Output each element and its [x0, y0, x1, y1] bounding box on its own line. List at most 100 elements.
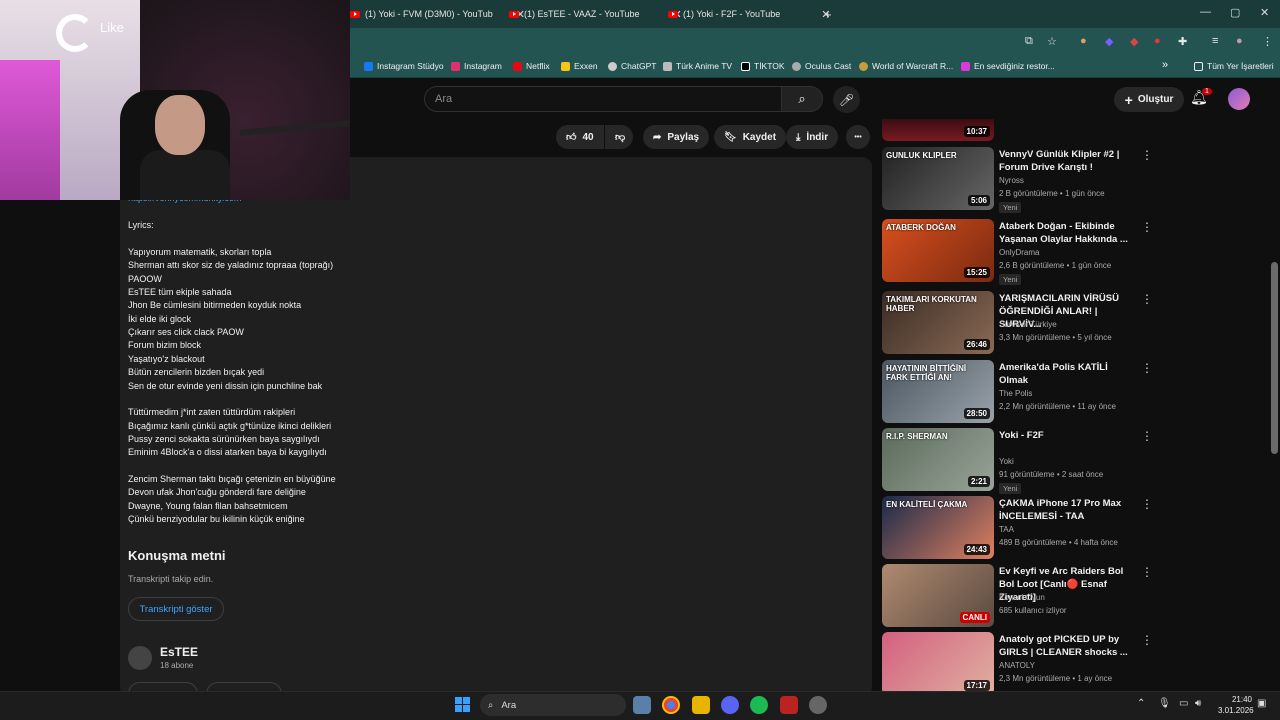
share-button[interactable]: ➦ Paylaş: [643, 125, 710, 149]
video-thumbnail[interactable]: 17:17: [882, 632, 994, 695]
bookmark-item[interactable]: World of Warcraft R...: [859, 61, 953, 71]
video-thumbnail[interactable]: GUNLUK KLIPLER 5:06: [882, 147, 994, 210]
voice-search-button[interactable]: 🎤︎: [833, 86, 860, 113]
extensions-puzzle-icon[interactable]: ✚: [1178, 35, 1187, 48]
video-channel[interactable]: OnlyDrama: [999, 248, 1039, 257]
video-thumbnail[interactable]: R.I.P. SHERMAN 2:21: [882, 428, 994, 491]
lyric-line: Çıkarır ses click clack PAOW: [128, 327, 244, 337]
chatgpt-icon: [608, 61, 617, 71]
maximize-button[interactable]: ▢: [1230, 6, 1240, 19]
exxen-icon: [561, 61, 570, 71]
search-button[interactable]: ⌕: [781, 86, 823, 112]
bookmarks-more-icon[interactable]: »: [1162, 59, 1168, 71]
bookmark-item[interactable]: Türk Anime TV: [663, 61, 732, 71]
bookmark-item[interactable]: TİKTOK: [741, 61, 785, 71]
video-thumbnail[interactable]: ATABERK DOĞAN 15:25: [882, 219, 994, 282]
video-title[interactable]: Anatoly got PICKED UP by GIRLS | CLEANER…: [999, 633, 1134, 659]
volume-icon[interactable]: 🔊︎: [1195, 698, 1201, 709]
video-duration: 17:17: [963, 680, 990, 691]
tab-yoki-f2f[interactable]: (1) Yoki - F2F - YouTube ✕: [668, 4, 830, 24]
bookmark-item[interactable]: Exxen: [561, 61, 598, 71]
video-channel[interactable]: Survivor Türkiye: [999, 320, 1057, 329]
search-icon: ⌕: [488, 699, 494, 711]
thumbs-up-icon: 👍︎: [566, 132, 577, 143]
video-title[interactable]: Amerika'da Polis KATİLİ Olmak: [999, 361, 1134, 387]
more-actions-button[interactable]: •••: [846, 125, 870, 149]
video-channel[interactable]: Yoki: [999, 457, 1014, 466]
profile-icon[interactable]: ●: [1236, 35, 1243, 47]
video-menu-icon[interactable]: ⋮: [1141, 292, 1153, 306]
create-button[interactable]: + Oluştur: [1114, 87, 1184, 112]
video-menu-icon[interactable]: ⋮: [1141, 633, 1153, 647]
video-channel[interactable]: Nyross: [999, 176, 1024, 185]
media-app-icon[interactable]: [780, 696, 798, 714]
extension-icon[interactable]: ●: [1154, 35, 1161, 47]
tab-estee-vaaz[interactable]: (1) EsTEE - VAAZ - YouTube✕: [509, 4, 682, 24]
tab-yoki-fvm[interactable]: (1) Yoki - FVM (D3M0) - YouTub ✕: [350, 4, 525, 24]
bookmark-item[interactable]: Instagram: [451, 61, 502, 71]
video-thumbnail[interactable]: EN KALİTELİ ÇAKMA 24:43: [882, 496, 994, 559]
new-tab-button[interactable]: +: [824, 4, 832, 24]
desktop-app-icon[interactable]: [633, 696, 651, 714]
media-control-icon[interactable]: ≡: [1212, 35, 1218, 47]
browser-menu-icon[interactable]: ⋮: [1262, 35, 1273, 48]
bookmark-item[interactable]: Instagram Stüdyo: [364, 61, 444, 71]
extension-icon[interactable]: ●: [1080, 35, 1087, 47]
spotify-icon[interactable]: [750, 696, 768, 714]
chrome-icon[interactable]: [662, 696, 680, 714]
thumbnail-caption: TAKIMLARI KORKUTAN HABER: [886, 295, 977, 313]
notification-center-icon[interactable]: ▣: [1257, 698, 1266, 709]
discord-icon[interactable]: [721, 696, 739, 714]
video-title[interactable]: ÇAKMA iPhone 17 Pro Max İNCELEMESİ - TAA: [999, 497, 1134, 523]
channel-avatar[interactable]: [128, 646, 152, 670]
steam-icon[interactable]: [809, 696, 827, 714]
extension-icon[interactable]: ◆: [1130, 35, 1138, 48]
bookmark-item[interactable]: Netflix: [513, 61, 550, 71]
video-title[interactable]: Ataberk Doğan - Ekibinde Yaşanan Olaylar…: [999, 220, 1134, 246]
video-menu-icon[interactable]: ⋮: [1141, 148, 1153, 162]
like-button[interactable]: 👍︎ 40: [556, 125, 604, 149]
taskbar-clock[interactable]: 21:40 3.01.2026: [1218, 694, 1254, 716]
scrollbar-thumb[interactable]: [1271, 262, 1278, 454]
bookmark-star-icon[interactable]: ☆: [1047, 35, 1057, 48]
video-channel[interactable]: Konsol Oyun: [999, 593, 1045, 602]
taskbar-search[interactable]: ⌕ Ara: [480, 694, 626, 716]
bookmark-item[interactable]: ChatGPT: [608, 61, 656, 71]
close-window-button[interactable]: ✕: [1260, 6, 1269, 19]
video-menu-icon[interactable]: ⋮: [1141, 220, 1153, 234]
video-thumbnail[interactable]: CANLI: [882, 564, 994, 627]
extension-icon[interactable]: ◆: [1105, 35, 1113, 48]
video-channel[interactable]: ANATOLY: [999, 661, 1035, 670]
video-thumbnail[interactable]: HAYATININ BİTTİĞİNİ FARK ETTİĞİ AN! 28:50: [882, 360, 994, 423]
video-title[interactable]: Yoki - F2F: [999, 429, 1134, 442]
video-menu-icon[interactable]: ⋮: [1141, 361, 1153, 375]
save-button[interactable]: 🔖︎ Kaydet: [714, 125, 787, 149]
dislike-button[interactable]: 👎︎: [605, 125, 633, 149]
account-avatar[interactable]: [1228, 88, 1250, 110]
video-title[interactable]: VennyV Günlük Klipler #2 | Forum Drive K…: [999, 148, 1134, 174]
show-transcript-button[interactable]: Transkripti göster: [128, 597, 224, 621]
minimize-button[interactable]: —: [1200, 6, 1211, 18]
windows-start-icon[interactable]: [455, 697, 470, 712]
search-input[interactable]: Ara: [424, 86, 782, 112]
bookmark-item[interactable]: En sevdiğiniz restor...: [961, 61, 1055, 71]
video-channel[interactable]: TAA: [999, 525, 1014, 534]
video-menu-icon[interactable]: ⋮: [1141, 429, 1153, 443]
transcript-title: Konuşma metni: [128, 548, 226, 563]
anime-icon: [663, 61, 672, 71]
video-thumbnail[interactable]: 10:37: [882, 119, 994, 141]
network-icon[interactable]: ▭: [1179, 698, 1188, 709]
video-menu-icon[interactable]: ⋮: [1141, 565, 1153, 579]
video-thumbnail[interactable]: TAKIMLARI KORKUTAN HABER 26:46: [882, 291, 994, 354]
bookmark-item[interactable]: Oculus Cast: [792, 61, 851, 71]
tray-chevron-icon[interactable]: ⌃: [1137, 698, 1145, 709]
lyrics-header: Lyrics:: [128, 220, 154, 230]
file-explorer-icon[interactable]: [692, 696, 710, 714]
tray-mic-icon[interactable]: 🎙︎: [1158, 698, 1171, 709]
video-channel[interactable]: The Polis: [999, 389, 1032, 398]
video-menu-icon[interactable]: ⋮: [1141, 497, 1153, 511]
cast-icon[interactable]: ⧉: [1025, 35, 1033, 48]
download-button[interactable]: ⤓ İndir: [786, 125, 839, 149]
all-bookmarks-folder[interactable]: Tüm Yer İşaretleri: [1194, 61, 1274, 71]
channel-name[interactable]: EsTEE: [160, 645, 198, 659]
